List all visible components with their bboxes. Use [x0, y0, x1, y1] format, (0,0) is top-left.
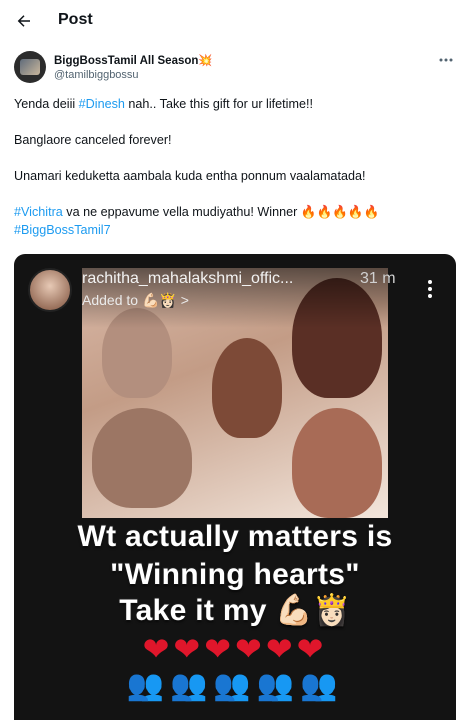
display-name[interactable]: BiggBossTamil All Season	[54, 55, 198, 67]
tweet-line-2: Banglaore canceled forever!	[14, 133, 172, 147]
author-row: BiggBossTamil All Season💥 @tamilbiggboss…	[14, 51, 456, 85]
hashtag-dinesh[interactable]: #Dinesh	[79, 97, 125, 111]
hashtag-biggbosstamil7[interactable]: #BiggBossTamil7	[14, 223, 111, 237]
fire-emoji: 🔥🔥🔥🔥🔥	[300, 205, 380, 219]
story-time: 31 m	[360, 270, 396, 287]
back-button[interactable]	[10, 7, 38, 35]
caption-line-3: Take it my 💪🏻👸🏻	[118, 593, 351, 628]
more-horizontal-icon	[439, 58, 453, 62]
tweet-line-5: #BiggBossTamil7	[14, 221, 454, 239]
tweet-text: Yenda deiii #Dinesh nah.. Take this gift…	[14, 95, 454, 239]
more-vertical-icon	[422, 278, 438, 302]
page-title: Post	[58, 11, 93, 28]
text-span: va ne eppavume vella mudiyathu! Winner	[62, 205, 301, 219]
tweet-line-4: #Vichitra va ne eppavume vella mudiyathu…	[14, 203, 454, 221]
tweet-line-1: Yenda deiii #Dinesh nah.. Take this gift…	[14, 95, 454, 113]
top-bar: Post	[0, 0, 468, 42]
story-avatar[interactable]	[28, 268, 72, 312]
author-name-line[interactable]: BiggBossTamil All Season💥	[54, 53, 213, 67]
more-button[interactable]	[436, 53, 456, 67]
hearts-row: ❤❤❤❤❤❤	[142, 630, 328, 668]
text-span: Yenda deiii	[14, 97, 79, 111]
story-added-label: Added to 💪🏻👸🏻 >	[82, 292, 189, 308]
avatar[interactable]	[14, 51, 46, 83]
author-handle[interactable]: @tamilbiggbossu	[54, 69, 139, 81]
caption-line-2: "Winning hearts"	[109, 557, 360, 592]
media-image[interactable]: rachitha_mahalakshmi_offic... 31 m Added…	[14, 254, 456, 720]
hashtag-vichitra[interactable]: #Vichitra	[14, 205, 63, 219]
explosion-badge: 💥	[198, 55, 213, 67]
arrow-left-icon	[17, 15, 30, 27]
caption-line-1: Wt actually matters is	[76, 519, 393, 554]
story-username: rachitha_mahalakshmi_offic...	[82, 270, 294, 287]
tweet-line-3: Unamari keduketta aambala kuda entha pon…	[14, 169, 366, 183]
text-span: nah.. Take this gift for ur lifetime!!	[124, 97, 313, 111]
people-row: 👥👥👥👥👥	[126, 668, 344, 703]
